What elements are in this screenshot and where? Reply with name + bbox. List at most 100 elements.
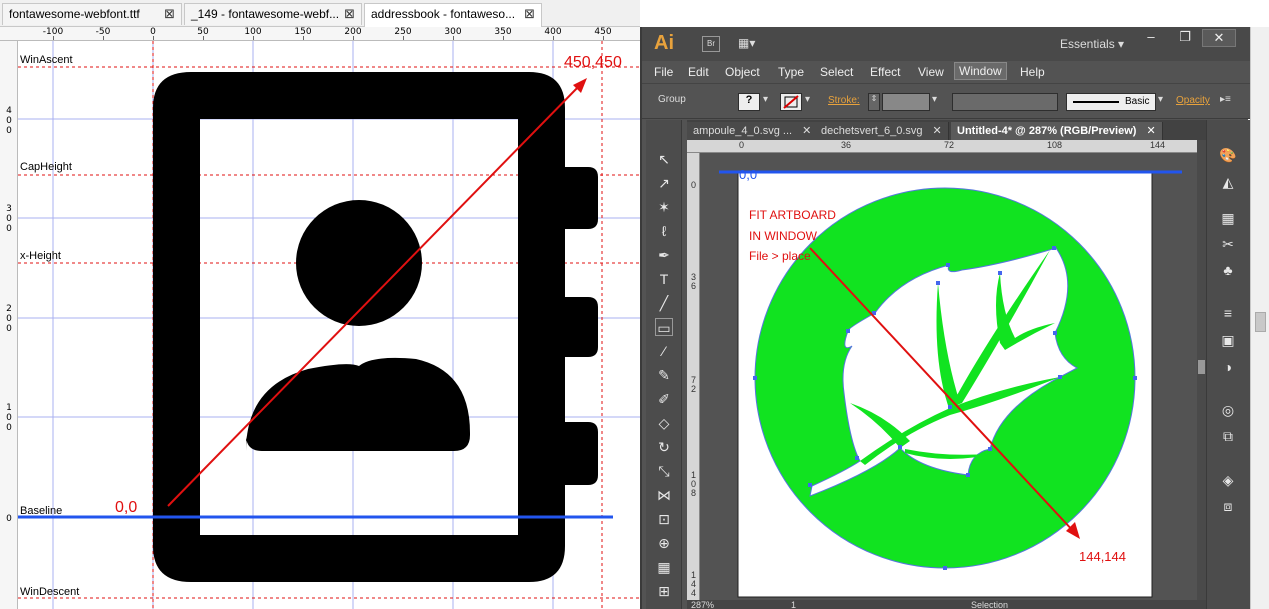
- tab-149[interactable]: _149 - fontawesome-webf... ⊠: [184, 3, 362, 25]
- zoom-level[interactable]: 287%: [691, 600, 714, 609]
- close-icon[interactable]: ⊠: [164, 6, 175, 22]
- layers-icon[interactable]: ◈: [1217, 470, 1239, 490]
- stroke-panel-icon[interactable]: ≡: [1217, 303, 1239, 323]
- cap-height-label: CapHeight: [20, 161, 72, 173]
- scale-tool-icon[interactable]: ⤡: [655, 462, 673, 480]
- opacity-label[interactable]: Opacity: [1176, 95, 1210, 106]
- color-guide-icon[interactable]: ◭: [1217, 172, 1239, 192]
- annotation-line-2: IN WINDOW: [749, 229, 817, 243]
- paintbrush-tool-icon[interactable]: ⁄: [655, 342, 673, 360]
- rotate-tool-icon[interactable]: ↻: [655, 438, 673, 456]
- stroke-weight-field[interactable]: [882, 93, 930, 111]
- chevron-down-icon[interactable]: ▾: [763, 94, 768, 105]
- doc-tab-untitled[interactable]: Untitled-4* @ 287% (RGB/Preview) ✕: [951, 122, 1163, 140]
- swatches-icon[interactable]: ▦: [1217, 208, 1239, 228]
- magic-wand-tool-icon[interactable]: ✶: [655, 198, 673, 216]
- current-tool-status: Selection: [971, 600, 1009, 609]
- horizontal-ruler: -100 -50 0 50 100 150 200 250 300 350 40…: [0, 27, 640, 41]
- shape-builder-tool-icon[interactable]: ⊕: [655, 534, 673, 552]
- line-tool-icon[interactable]: ╱: [655, 294, 673, 312]
- bridge-button[interactable]: Br: [702, 36, 720, 52]
- panel-menu-icon[interactable]: ▸≡: [1220, 94, 1231, 105]
- win-descent-label: WinDescent: [20, 586, 80, 598]
- brush-label: Basic: [1125, 96, 1150, 107]
- close-icon[interactable]: ✕: [1146, 125, 1155, 137]
- minimize-button[interactable]: –: [1134, 29, 1168, 47]
- brush-definition[interactable]: Basic: [1066, 93, 1156, 111]
- artboards-icon[interactable]: ⧈: [1217, 496, 1239, 516]
- variable-width-profile[interactable]: [952, 93, 1058, 111]
- menu-bar: File Edit Object Type Select Effect View…: [642, 61, 1250, 83]
- close-window-button[interactable]: ✕: [1202, 29, 1236, 47]
- corner-coordinate-label: 450,450: [564, 54, 622, 71]
- symbols-icon[interactable]: ♣: [1217, 260, 1239, 280]
- chevron-down-icon[interactable]: ▾: [1158, 94, 1163, 105]
- menu-edit[interactable]: Edit: [684, 64, 713, 80]
- menu-window[interactable]: Window: [954, 62, 1007, 80]
- glyph-canvas[interactable]: WinAscent CapHeight x-Height Baseline Wi…: [18, 41, 640, 609]
- menu-file[interactable]: File: [650, 64, 677, 80]
- graphic-styles-icon[interactable]: ⧉: [1217, 426, 1239, 446]
- free-transform-tool-icon[interactable]: ⊡: [655, 510, 673, 528]
- tab-addressbook[interactable]: addressbook - fontaweso... ⊠: [364, 3, 542, 27]
- ruler-label: 72: [944, 140, 955, 150]
- width-tool-icon[interactable]: ⋈: [655, 486, 673, 504]
- type-tool-icon[interactable]: T: [655, 270, 673, 288]
- arrange-documents-icon[interactable]: ▦▾: [738, 36, 768, 52]
- close-icon[interactable]: ✕: [933, 125, 942, 137]
- ruler-label: 0: [6, 514, 12, 524]
- close-icon[interactable]: ⊠: [524, 6, 535, 22]
- lasso-tool-icon[interactable]: ℓ: [655, 222, 673, 240]
- annotation-line-1: FIT ARTBOARD: [749, 208, 836, 222]
- panels-dock: 🎨 ◭ ▦ ✂ ♣ ≡ ▣ ◑ ◎ ⧉ ◈ ⧈: [1206, 120, 1250, 609]
- menu-type[interactable]: Type: [774, 64, 808, 80]
- menu-help[interactable]: Help: [1016, 64, 1049, 80]
- vertical-scrollbar[interactable]: [1197, 140, 1206, 600]
- brushes-icon[interactable]: ✂: [1217, 234, 1239, 254]
- close-icon[interactable]: ✕: [802, 125, 811, 137]
- ruler-label: 36: [841, 140, 852, 150]
- tab-fontawesome-ttf[interactable]: fontawesome-webfont.ttf ⊠: [2, 3, 182, 25]
- maximize-button[interactable]: ❐: [1168, 29, 1202, 47]
- ai-vertical-ruler: 0 36 72 108 144: [687, 153, 700, 600]
- selection-tool-icon[interactable]: ↖: [655, 150, 673, 168]
- perspective-grid-tool-icon[interactable]: ▦: [655, 558, 673, 576]
- menu-select[interactable]: Select: [816, 64, 857, 80]
- pencil-tool-icon[interactable]: ✎: [655, 366, 673, 384]
- mesh-tool-icon[interactable]: ⊞: [655, 582, 673, 600]
- stepper-icon[interactable]: ⇕: [868, 93, 880, 111]
- transparency-icon[interactable]: ◑: [1217, 357, 1239, 377]
- ruler-label: 108: [1047, 140, 1063, 150]
- appearance-icon[interactable]: ◎: [1217, 400, 1239, 420]
- scrollbar-thumb[interactable]: [1198, 360, 1205, 374]
- direct-selection-tool-icon[interactable]: ↗: [655, 174, 673, 192]
- doc-tab-label: ampoule_4_0.svg ...: [693, 125, 793, 137]
- eraser-tool-icon[interactable]: ◇: [655, 414, 673, 432]
- close-icon[interactable]: ⊠: [344, 6, 355, 22]
- ruler-label: 100: [6, 403, 12, 433]
- chevron-down-icon[interactable]: ▾: [932, 94, 937, 105]
- doc-tab-dechetsvert[interactable]: dechetsvert_6_0.svg ✕: [815, 122, 949, 140]
- app-title-bar: Ai Br ▦▾ Essentials ▾ – ❐ ✕: [642, 27, 1250, 61]
- pen-tool-icon[interactable]: ✒: [655, 246, 673, 264]
- chevron-down-icon[interactable]: ▾: [805, 94, 810, 105]
- stroke-label[interactable]: Stroke:: [828, 95, 860, 106]
- stroke-swatch[interactable]: [780, 93, 802, 111]
- ruler-label: 0: [690, 180, 696, 190]
- doc-tab-ampoule[interactable]: ampoule_4_0.svg ... ✕: [687, 122, 819, 140]
- document-canvas[interactable]: 0 36 72 108 144 0 36 72 108 144 0,0 FIT …: [687, 140, 1197, 600]
- fill-swatch[interactable]: ?: [738, 93, 760, 111]
- gradient-icon[interactable]: ▣: [1217, 330, 1239, 350]
- control-bar: Group ? ▾ ▾ Stroke: ⇕ ▾ Basic ▾ Opacity …: [642, 83, 1250, 119]
- menu-effect[interactable]: Effect: [866, 64, 904, 80]
- ruler-label: 108: [690, 470, 696, 498]
- menu-object[interactable]: Object: [721, 64, 764, 80]
- x-height-label: x-Height: [20, 250, 61, 262]
- workspace-switcher[interactable]: Essentials ▾: [1060, 37, 1124, 51]
- artboard-number[interactable]: 1: [791, 600, 796, 609]
- scrollbar-thumb[interactable]: [1255, 312, 1266, 332]
- color-panel-icon[interactable]: 🎨: [1217, 145, 1239, 165]
- blob-brush-tool-icon[interactable]: ✐: [655, 390, 673, 408]
- menu-view[interactable]: View: [914, 64, 948, 80]
- rectangle-tool-icon[interactable]: ▭: [655, 318, 673, 336]
